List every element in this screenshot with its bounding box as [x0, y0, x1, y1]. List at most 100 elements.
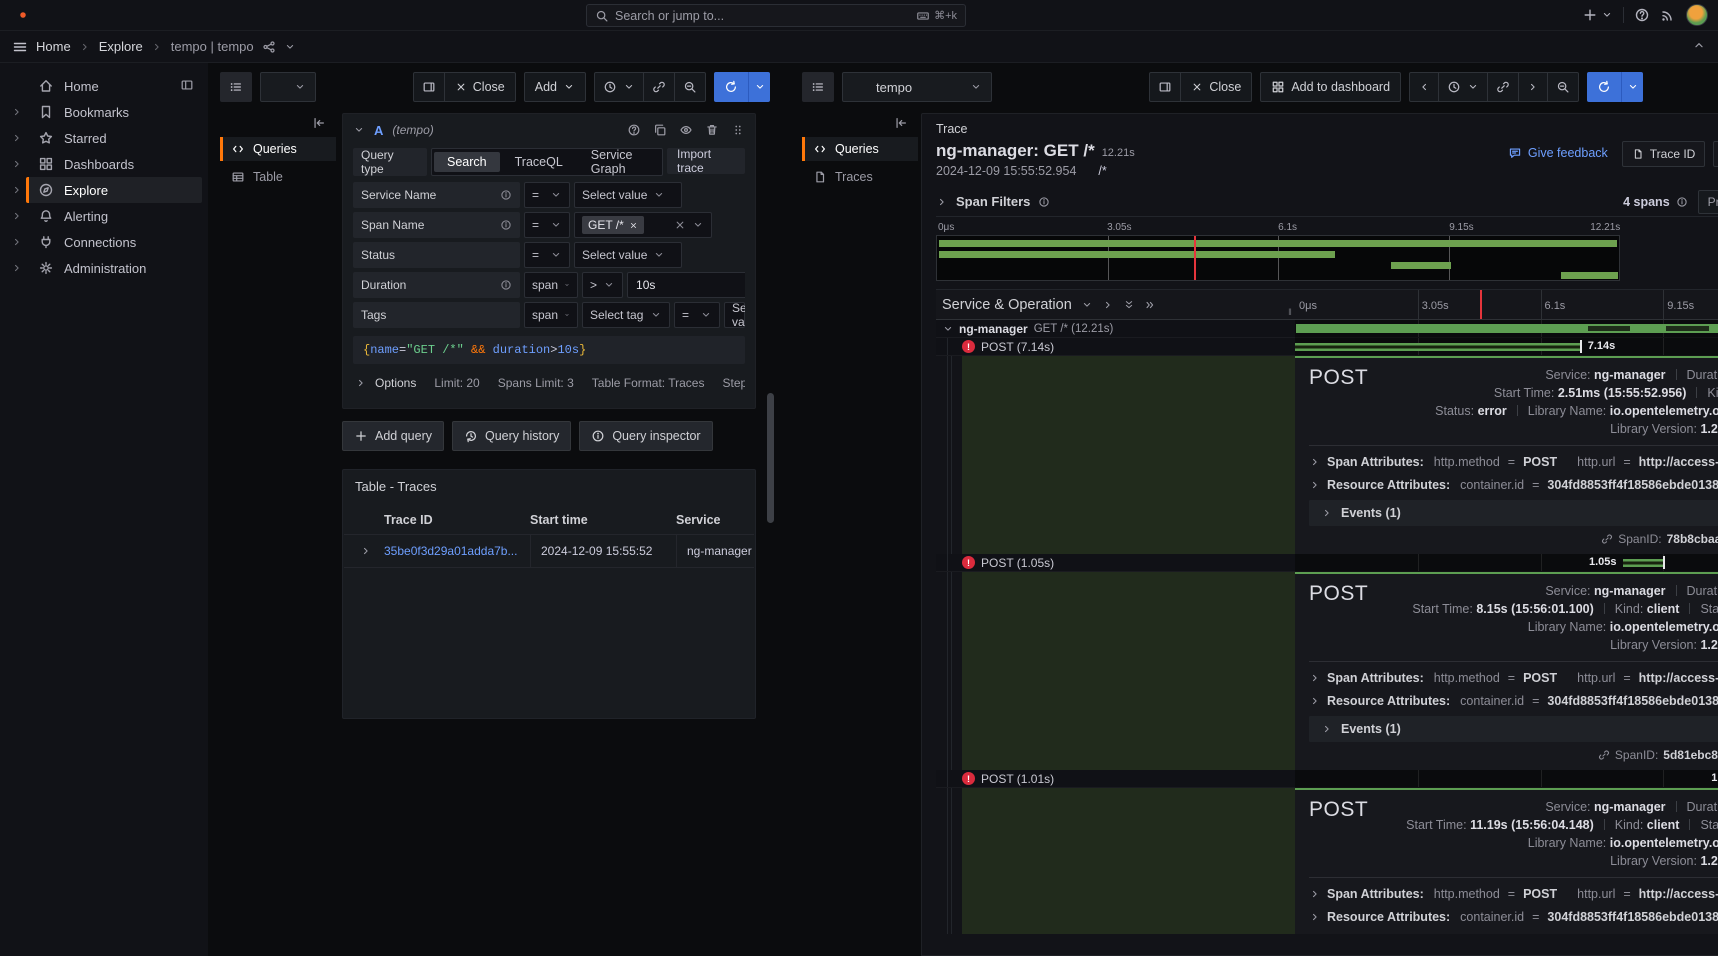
- trace-id-link[interactable]: 35be0f3d29a01adda7b...: [384, 544, 517, 558]
- query-inspector-button[interactable]: Query inspector: [579, 421, 712, 451]
- collapse-all-icon[interactable]: [1123, 299, 1135, 311]
- resource-attributes-row[interactable]: Resource Attributes: container.id=304fd8…: [1309, 905, 1718, 928]
- menu-toggle-icon[interactable]: [12, 39, 28, 55]
- span-filters-toggle[interactable]: Span Filters: [936, 194, 1050, 209]
- breadcrumb-home[interactable]: Home: [36, 39, 71, 54]
- run-query-button[interactable]: [714, 72, 748, 102]
- add-query-button[interactable]: Add query: [342, 421, 444, 451]
- clear-icon[interactable]: [674, 219, 686, 231]
- status-value-select[interactable]: Select value: [574, 242, 682, 268]
- link-icon[interactable]: [1601, 533, 1613, 545]
- span-bar[interactable]: [1295, 343, 1582, 351]
- sidebar-item-bookmarks[interactable]: Bookmarks: [0, 99, 208, 125]
- link-icon[interactable]: [1598, 749, 1610, 761]
- time-shift-forward-button[interactable]: [1519, 72, 1548, 102]
- grafana-logo[interactable]: [12, 4, 34, 26]
- help-button[interactable]: [1634, 7, 1650, 23]
- tab-search[interactable]: Search: [434, 152, 500, 172]
- remove-query-icon[interactable]: [705, 123, 719, 137]
- pane-splitter[interactable]: [782, 63, 790, 956]
- tab-traceql[interactable]: TraceQL: [502, 152, 576, 172]
- sidebar-item-table[interactable]: Table: [220, 165, 336, 189]
- zoom-out-button[interactable]: [675, 72, 706, 102]
- search-input[interactable]: Search or jump to... ⌘+k: [586, 4, 966, 27]
- events-row[interactable]: Events (1): [1309, 716, 1718, 742]
- collapse-toolbar-icon[interactable]: [1692, 38, 1706, 52]
- add-button[interactable]: Add: [524, 72, 586, 102]
- collapse-one-icon[interactable]: [1081, 299, 1093, 311]
- query-rows-button[interactable]: [220, 72, 252, 102]
- tags-scope-select[interactable]: span: [524, 302, 578, 328]
- news-button[interactable]: [1660, 7, 1676, 23]
- span-row-root[interactable]: ng-manager GET /* (12.21s): [936, 320, 1718, 338]
- events-row[interactable]: Events (1): [1309, 500, 1718, 526]
- root-span-bar[interactable]: [1296, 324, 1718, 333]
- sidebar-item-home[interactable]: Home: [0, 73, 208, 99]
- datasource-picker[interactable]: [260, 72, 316, 102]
- refresh-interval-button[interactable]: [748, 72, 770, 102]
- tags-key-select[interactable]: Select tag: [582, 302, 670, 328]
- sidebar-item-alerting[interactable]: Alerting: [0, 203, 208, 229]
- span-bar[interactable]: [1623, 559, 1665, 567]
- dock-sidebar-icon[interactable]: [180, 78, 194, 92]
- col-trace-id[interactable]: Trace ID: [384, 513, 530, 527]
- span-attributes-row[interactable]: Span Attributes: http.method=POST http.u…: [1309, 882, 1718, 905]
- sidebar-item-administration[interactable]: Administration: [0, 255, 208, 281]
- query-rows-button[interactable]: [802, 72, 834, 102]
- link-button[interactable]: [1488, 72, 1519, 102]
- sidebar-item-queries[interactable]: Queries: [802, 137, 918, 161]
- span-name-chip[interactable]: GET /*: [582, 216, 644, 234]
- tab-service-graph[interactable]: Service Graph: [578, 148, 660, 176]
- span-attributes-row[interactable]: Span Attributes: http.method=POST http.u…: [1309, 450, 1718, 473]
- left-pane-scrollbar[interactable]: [767, 393, 774, 523]
- span-row-post-1[interactable]: ! POST (7.14s) 7.14s: [936, 338, 1718, 356]
- link-button[interactable]: [644, 72, 675, 102]
- resource-attributes-row[interactable]: Resource Attributes: container.id=304fd8…: [1309, 689, 1718, 712]
- span-name-operator-select[interactable]: =: [524, 212, 570, 238]
- query-history-button[interactable]: Query history: [452, 421, 571, 451]
- zoom-out-button[interactable]: [1548, 72, 1579, 102]
- duration-operator-select[interactable]: >: [582, 272, 623, 298]
- duration-value-input[interactable]: 10s: [627, 272, 745, 298]
- tags-value-select[interactable]: Select va: [724, 302, 745, 328]
- col-service[interactable]: Service: [676, 513, 754, 527]
- sidebar-item-starred[interactable]: Starred: [0, 125, 208, 151]
- move-pane-button[interactable]: [1149, 72, 1181, 102]
- drag-handle-icon[interactable]: [731, 123, 745, 137]
- minimap-canvas[interactable]: [936, 235, 1620, 281]
- remove-chip-icon[interactable]: [629, 221, 638, 230]
- info-icon[interactable]: [1038, 196, 1050, 208]
- duration-scope-select[interactable]: span: [524, 272, 578, 298]
- span-name-value-select[interactable]: GET /*: [574, 212, 712, 238]
- selected-span-highlight[interactable]: [962, 356, 1295, 554]
- close-pane-button[interactable]: Close: [445, 72, 516, 102]
- service-name-operator-select[interactable]: =: [524, 182, 570, 208]
- col-start-time[interactable]: Start time: [530, 513, 676, 527]
- time-range-button[interactable]: [594, 72, 644, 102]
- column-resizer[interactable]: ‖: [1285, 290, 1295, 319]
- give-feedback-link[interactable]: Give feedback: [1508, 146, 1608, 160]
- sidebar-item-connections[interactable]: Connections: [0, 229, 208, 255]
- datasource-picker[interactable]: tempo: [842, 72, 992, 102]
- chevron-down-icon[interactable]: [942, 323, 954, 335]
- refresh-interval-button[interactable]: [1621, 72, 1643, 102]
- hide-query-icon[interactable]: [679, 123, 693, 137]
- import-trace-button[interactable]: Import trace: [667, 148, 745, 174]
- selected-span-highlight[interactable]: [962, 572, 1295, 770]
- add-to-dashboard-button[interactable]: Add to dashboard: [1260, 72, 1401, 102]
- avatar[interactable]: [1686, 4, 1708, 26]
- add-menu-button[interactable]: [1582, 7, 1613, 23]
- duplicate-query-icon[interactable]: [653, 123, 667, 137]
- resource-attributes-row[interactable]: Resource Attributes: container.id=304fd8…: [1309, 473, 1718, 496]
- query-help-icon[interactable]: [627, 123, 641, 137]
- options-toggle[interactable]: Options: [355, 376, 416, 390]
- move-pane-button[interactable]: [413, 72, 445, 102]
- status-operator-select[interactable]: =: [524, 242, 570, 268]
- info-icon[interactable]: [500, 189, 512, 201]
- selected-span-highlight[interactable]: [962, 788, 1295, 934]
- info-icon[interactable]: [1676, 196, 1688, 208]
- span-attributes-row[interactable]: Span Attributes: http.method=POST http.u…: [1309, 666, 1718, 689]
- collapse-sidebar-button[interactable]: [220, 113, 336, 133]
- sidebar-item-traces[interactable]: Traces: [802, 165, 918, 189]
- tags-operator-select[interactable]: =: [674, 302, 720, 328]
